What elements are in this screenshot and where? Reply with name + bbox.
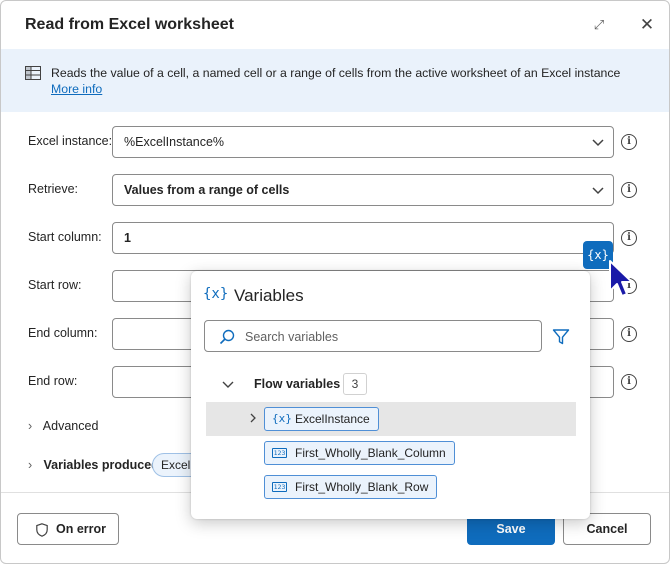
flow-variables-group[interactable]: Flow variables 3 [206,372,576,396]
numeric-type-icon: 123 [272,482,287,492]
flow-variables-label: Flow variables [254,377,341,391]
start-column-input[interactable]: 1 [112,222,614,254]
variable-name: ExcelInstance [295,412,370,426]
chevron-down-icon [222,381,234,388]
close-icon[interactable]: ✕ [637,15,657,35]
retrieve-label: Retrieve: [28,182,79,196]
end-column-label: End column: [28,326,98,340]
variables-icon: {x} [203,286,229,302]
start-column-value: 1 [124,231,131,245]
start-column-info-icon[interactable]: i [621,230,637,246]
variable-row[interactable]: 123 First_Wholly_Blank_Row [206,470,576,504]
banner-description: Reads the value of a cell, a named cell … [51,66,621,80]
retrieve-dropdown[interactable]: Values from a range of cells [112,174,614,206]
variable-name: First_Wholly_Blank_Column [295,446,446,460]
variable-tag[interactable]: {x} ExcelInstance [264,407,379,431]
read-excel-dialog: Read from Excel worksheet ⤢ ✕ Reads the … [0,0,670,564]
numeric-type-icon: 123 [272,448,287,458]
excel-instance-label: Excel instance: [28,134,113,148]
filter-icon[interactable] [552,328,570,346]
excel-worksheet-icon [25,66,41,80]
chevron-right-icon[interactable] [247,412,259,424]
search-icon [219,329,235,345]
start-column-label: Start column: [28,230,102,244]
info-banner: Reads the value of a cell, a named cell … [1,49,669,112]
mouse-cursor-icon [609,260,633,297]
retrieve-info-icon[interactable]: i [621,182,637,198]
variable-tag[interactable]: 123 First_Wholly_Blank_Row [264,475,438,499]
variables-panel: {x} Variables Flow variables 3 {x} Excel… [191,271,590,519]
chevron-down-icon [592,187,604,195]
variable-row[interactable]: {x} ExcelInstance [206,402,576,436]
excel-instance-dropdown[interactable]: %ExcelInstance% [112,126,614,158]
retrieve-value: Values from a range of cells [124,183,290,197]
advanced-section-toggle[interactable]: › Advanced [28,419,98,433]
variable-tag[interactable]: 123 First_Wholly_Blank_Column [264,441,455,465]
variables-produced-label: Variables produced [43,458,159,472]
start-row-label: Start row: [28,278,82,292]
variables-panel-title: Variables [234,286,304,305]
excel-instance-info-icon[interactable]: i [621,134,637,150]
search-variables-input[interactable] [245,328,525,346]
shield-icon [36,523,48,537]
dialog-title: Read from Excel worksheet [25,16,234,33]
dialog-titlebar: Read from Excel worksheet ⤢ ✕ [1,1,669,49]
variable-row[interactable]: 123 First_Wholly_Blank_Column [206,436,576,470]
expand-icon[interactable]: ⤢ [589,15,609,35]
end-row-label: End row: [28,374,78,388]
excel-instance-value: %ExcelInstance% [124,135,225,149]
chevron-down-icon [592,139,604,147]
more-info-link[interactable]: More info [51,82,102,96]
search-variables-field[interactable] [204,320,542,352]
end-column-info-icon[interactable]: i [621,326,637,342]
end-row-info-icon[interactable]: i [621,374,637,390]
flow-variables-count-badge: 3 [343,373,367,395]
variable-name: First_Wholly_Blank_Row [295,480,429,494]
on-error-button[interactable]: On error [17,513,119,545]
variables-produced-toggle[interactable]: › Variables produced [28,458,159,472]
on-error-label: On error [56,522,107,536]
advanced-label: Advanced [42,419,99,433]
chevron-right-icon: › [28,458,33,472]
variable-type-icon: {x} [272,412,292,425]
chevron-right-icon: › [28,419,33,433]
